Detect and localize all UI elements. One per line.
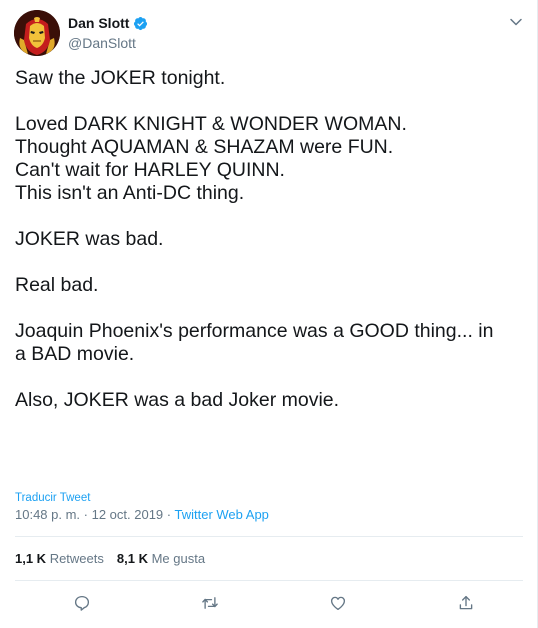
retweets-label: Retweets	[46, 551, 104, 566]
tweet-line: Real bad.	[15, 274, 99, 296]
share-icon	[459, 595, 473, 610]
tweet-source-link[interactable]: Twitter Web App	[175, 507, 269, 522]
retweets-stat[interactable]: 1,1 K Retweets	[15, 551, 104, 566]
share-button[interactable]	[455, 592, 477, 614]
reply-icon	[74, 595, 90, 611]
tweet-header: Dan Slott @DanSlott	[14, 10, 524, 60]
chevron-down-icon[interactable]	[508, 14, 524, 30]
meta-separator: ·	[80, 507, 92, 522]
tweet-line: Saw the JOKER tonight.	[15, 67, 226, 89]
divider	[15, 580, 523, 581]
verified-badge-icon	[134, 16, 148, 30]
reply-button[interactable]	[71, 592, 93, 614]
tweet-line: This isn't an Anti-DC thing.	[15, 182, 245, 204]
retweets-count: 1,1 K	[15, 551, 47, 566]
translate-tweet-link[interactable]: Traducir Tweet	[15, 492, 90, 504]
tweet-line-gap	[15, 205, 520, 228]
tweet-line-gap	[15, 251, 520, 274]
retweet-icon	[202, 597, 218, 609]
tweet-line: Joaquin Phoenix's performance was a GOOD…	[15, 320, 494, 342]
tweet-line-gap	[15, 366, 520, 389]
tweet-text: Saw the JOKER tonight. Loved DARK KNIGHT…	[15, 67, 520, 412]
tweet-date[interactable]: 12 oct. 2019	[92, 507, 164, 522]
tweet-time[interactable]: 10:48 p. m.	[15, 507, 80, 522]
author-names: Dan Slott @DanSlott	[68, 14, 148, 51]
iron-man-helmet-icon	[14, 10, 60, 56]
display-name-row: Dan Slott	[68, 14, 148, 32]
tweet-actions	[0, 592, 538, 616]
tweet-stats: 1,1 K Retweets 8,1 K Me gusta	[15, 551, 205, 566]
display-name[interactable]: Dan Slott	[68, 15, 129, 31]
tweet-line: a BAD movie.	[15, 343, 135, 365]
tweet-line-gap	[15, 297, 520, 320]
tweet-card: Dan Slott @DanSlott Saw the JOKER tonigh…	[0, 0, 538, 628]
tweet-line: Also, JOKER was a bad Joker movie.	[15, 389, 340, 411]
tweet-line: Loved DARK KNIGHT & WONDER WOMAN.	[15, 113, 407, 135]
retweet-button[interactable]	[199, 592, 221, 614]
meta-separator: ·	[163, 507, 175, 522]
like-button[interactable]	[327, 592, 349, 614]
likes-stat[interactable]: 8,1 K Me gusta	[117, 551, 205, 566]
tweet-line: JOKER was bad.	[15, 228, 164, 250]
divider	[15, 536, 523, 537]
tweet-line-gap	[15, 90, 520, 113]
tweet-timestamp: 10:48 p. m. · 12 oct. 2019 · Twitter Web…	[15, 507, 269, 522]
likes-count: 8,1 K	[116, 551, 148, 566]
tweet-line: Can't wait for HARLEY QUINN.	[15, 159, 285, 181]
tweet-line: Thought AQUAMAN & SHAZAM were FUN.	[15, 136, 394, 158]
avatar[interactable]	[14, 10, 60, 56]
like-icon	[330, 596, 346, 611]
likes-label: Me gusta	[147, 551, 206, 566]
author-handle[interactable]: @DanSlott	[68, 35, 148, 51]
